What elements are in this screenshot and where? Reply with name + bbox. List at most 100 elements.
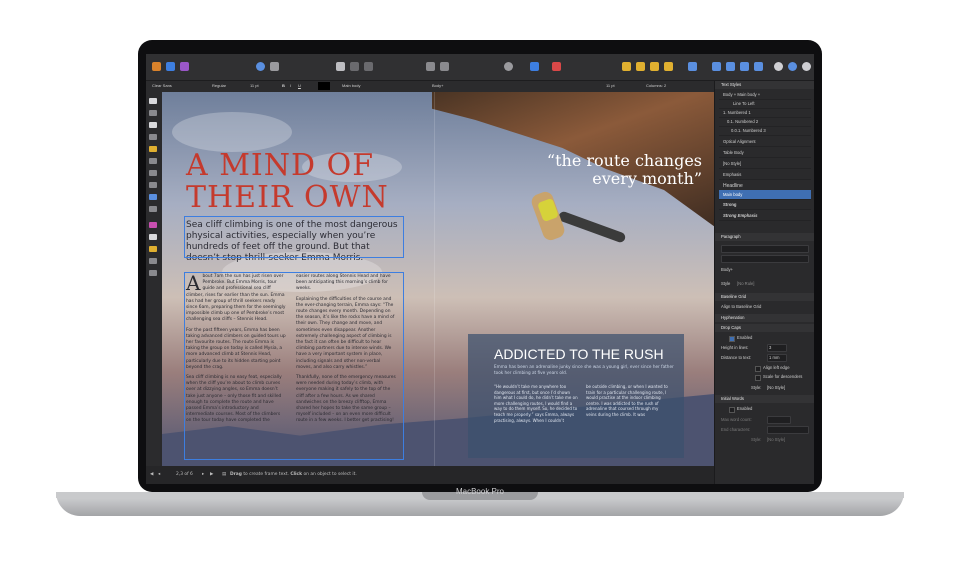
- view-mode-icon[interactable]: [336, 62, 345, 71]
- pages-menu-icon[interactable]: ▤: [222, 472, 226, 477]
- para-style-value[interactable]: Body+: [721, 267, 733, 272]
- hyphenation-header[interactable]: Hyphenation: [715, 314, 814, 322]
- insert-icon[interactable]: [426, 62, 435, 71]
- initial-words-title: Initial Words: [721, 396, 744, 401]
- drop-caps-header[interactable]: Drop Caps: [715, 324, 814, 332]
- transform-icon[interactable]: [754, 62, 763, 71]
- scale-descenders-checkbox[interactable]: [755, 375, 761, 381]
- move-tool-icon[interactable]: [149, 98, 157, 104]
- ellipse-tool-icon[interactable]: [149, 182, 157, 188]
- baseline-grid-header[interactable]: Baseline Grid: [715, 293, 814, 301]
- style-label: Strong Emphasis: [723, 213, 758, 218]
- boolean-intersect-icon[interactable]: [802, 62, 811, 71]
- style-label: Strong: [723, 202, 737, 207]
- font-size-field[interactable]: 11 pt: [250, 83, 259, 88]
- font-family-select[interactable]: Clear Sans: [152, 83, 172, 88]
- style-row[interactable]: Table Body: [719, 148, 811, 158]
- photo-persona-icon[interactable]: [180, 62, 189, 71]
- arrange-icon[interactable]: [440, 62, 449, 71]
- pencil-tool-icon[interactable]: [149, 158, 157, 164]
- align-left-edge-checkbox[interactable]: [755, 366, 761, 372]
- end-characters-field[interactable]: [767, 426, 809, 434]
- style-label: 0.0.1. Numbered 3: [731, 128, 766, 133]
- picture-frame-tool-icon[interactable]: [149, 170, 157, 176]
- frame-text-tool-icon[interactable]: [149, 122, 157, 128]
- first-page-icon[interactable]: ◀: [150, 472, 153, 477]
- align-icon[interactable]: [688, 62, 697, 71]
- columns-field[interactable]: Columns: 2: [646, 83, 666, 88]
- flip-v-icon[interactable]: [726, 62, 735, 71]
- title-line-1: A MIND OF: [186, 148, 375, 183]
- leading-field[interactable]: 11 pt: [606, 83, 615, 88]
- iw-style-label: Style:: [751, 437, 762, 442]
- last-page-icon[interactable]: ▶: [210, 472, 213, 477]
- dropcap-style-value[interactable]: [No Style]: [767, 385, 785, 390]
- magnet-icon[interactable]: [552, 62, 561, 71]
- rotate-icon[interactable]: [740, 62, 749, 71]
- move-back-icon[interactable]: [636, 62, 645, 71]
- transparency-tool-icon[interactable]: [149, 234, 157, 240]
- text-color-swatch[interactable]: [318, 82, 330, 90]
- bleed-icon[interactable]: [364, 62, 373, 71]
- article-title[interactable]: A MIND OF THEIR OWN: [186, 150, 389, 214]
- distance-value: 1 mm: [769, 355, 780, 360]
- distance-label: Distance to text:: [721, 355, 752, 360]
- drop-caps-enabled-checkbox[interactable]: [729, 336, 735, 342]
- node-tool-icon[interactable]: [149, 110, 157, 116]
- underline-button[interactable]: U: [298, 83, 301, 88]
- artistic-text-tool-icon[interactable]: [149, 134, 157, 140]
- app-screen: Clear Sans Regular 11 pt B I U Main body…: [146, 54, 814, 484]
- document-spread: A MIND OF THEIR OWN Sea cliff climbing i…: [162, 92, 714, 466]
- paragraph-header[interactable]: Paragraph: [715, 233, 814, 241]
- iw-style-value[interactable]: [No Style]: [767, 437, 785, 442]
- character-style-select[interactable]: Body+: [432, 83, 443, 88]
- paragraph-style-select[interactable]: Main body: [342, 83, 360, 88]
- rectangle-tool-icon[interactable]: [149, 194, 157, 200]
- align-baseline-option[interactable]: Align to Baseline Grid: [721, 304, 761, 309]
- hand-tool-icon[interactable]: [149, 258, 157, 264]
- style-row[interactable]: Emphasis: [719, 170, 811, 180]
- initial-words-header[interactable]: Initial Words: [715, 395, 814, 403]
- settings-icon[interactable]: [270, 62, 279, 71]
- grid-icon[interactable]: [530, 62, 539, 71]
- flip-h-icon[interactable]: [712, 62, 721, 71]
- boolean-add-icon[interactable]: [774, 62, 783, 71]
- table-tool-icon[interactable]: [149, 206, 157, 212]
- main-toolbar: [146, 54, 814, 81]
- max-word-count-field[interactable]: [767, 416, 791, 424]
- next-page-icon[interactable]: ▸: [202, 472, 204, 477]
- pen-tool-icon[interactable]: [149, 146, 157, 152]
- fill-tool-icon[interactable]: [149, 222, 157, 228]
- alignment-buttons[interactable]: [721, 245, 809, 253]
- style-row-selected[interactable]: Main body: [719, 190, 811, 200]
- context-toolbar: Clear Sans Regular 11 pt B I U Main body…: [146, 81, 714, 92]
- color-picker-tool-icon[interactable]: [149, 246, 157, 252]
- move-forward-icon[interactable]: [622, 62, 631, 71]
- font-weight-select[interactable]: Regular: [212, 83, 226, 88]
- publisher-persona-icon[interactable]: [152, 62, 161, 71]
- designer-persona-icon[interactable]: [166, 62, 175, 71]
- style-rule-value[interactable]: [No Rule]: [737, 281, 754, 286]
- style-row[interactable]: Optical Alignment: [719, 137, 811, 147]
- prev-page-icon[interactable]: ◂: [158, 472, 160, 477]
- italic-button[interactable]: I: [290, 83, 291, 88]
- boolean-subtract-icon[interactable]: [788, 62, 797, 71]
- text-styles-header[interactable]: Text Styles: [715, 81, 814, 89]
- style-label: Style: [721, 281, 731, 286]
- climber-leg: [557, 210, 627, 244]
- style-row[interactable]: 0.0.1. Numbered 3: [719, 126, 811, 136]
- style-row[interactable]: [No Style]: [719, 159, 811, 169]
- initial-words-enabled-checkbox[interactable]: [729, 407, 735, 413]
- send-back-icon[interactable]: [664, 62, 673, 71]
- bold-button[interactable]: B: [282, 83, 285, 88]
- zoom-tool-icon[interactable]: [149, 270, 157, 276]
- pull-quote[interactable]: “the route changes every month”: [522, 152, 702, 188]
- preferences-icon[interactable]: [256, 62, 265, 71]
- bring-front-icon[interactable]: [650, 62, 659, 71]
- indent-fields[interactable]: [721, 255, 809, 263]
- box-title[interactable]: ADDICTED TO THE RUSH: [494, 346, 664, 362]
- style-row[interactable]: Strong Emphasis: [719, 211, 811, 221]
- style-row[interactable]: Strong: [719, 200, 811, 210]
- snapping-icon[interactable]: [504, 62, 513, 71]
- preview-icon[interactable]: [350, 62, 359, 71]
